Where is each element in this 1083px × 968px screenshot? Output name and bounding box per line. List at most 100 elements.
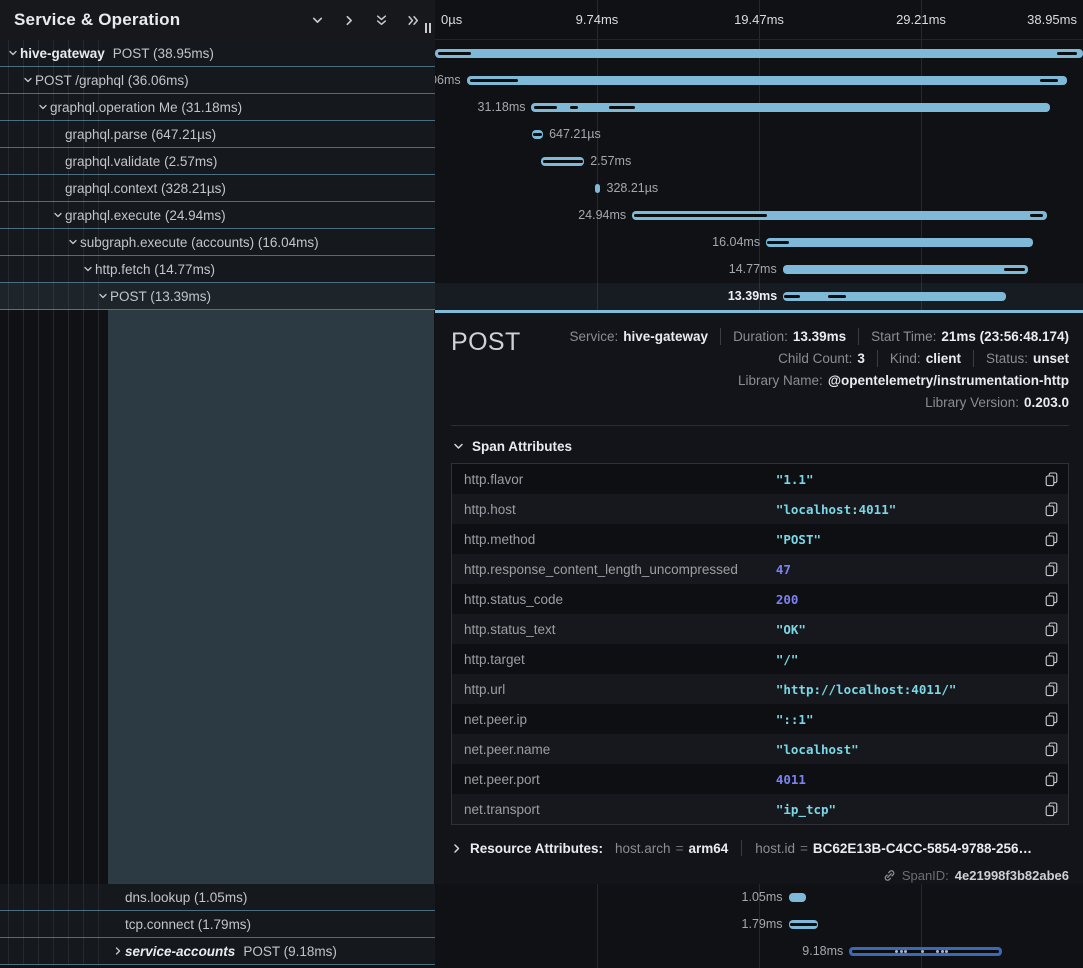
span-bar[interactable] [783, 265, 1029, 274]
chevron-right-icon[interactable] [451, 843, 462, 854]
span-bar[interactable] [532, 130, 543, 139]
copy-button[interactable] [1036, 472, 1058, 487]
timeline-row[interactable]: 2.57ms [435, 148, 1083, 175]
span-bar[interactable] [783, 292, 1006, 301]
copy-button[interactable] [1036, 652, 1058, 667]
copy-button[interactable] [1036, 562, 1058, 577]
tree-row[interactable]: graphql.execute (24.94ms) [0, 202, 435, 229]
timeline-row[interactable]: 31.18ms [435, 94, 1083, 121]
link-icon[interactable] [883, 869, 896, 882]
resource-attributes-row[interactable]: Resource Attributes: host.arch=arm64host… [451, 840, 1069, 856]
tree-row[interactable]: graphql.operation Me (31.18ms) [0, 94, 435, 121]
expand-all-icon[interactable] [401, 8, 425, 32]
span-bar[interactable] [766, 238, 1033, 247]
tree-row[interactable]: service-accountsPOST (9.18ms) [0, 938, 435, 965]
tree-row[interactable]: graphql.parse (647.21µs) [0, 121, 435, 148]
copy-button[interactable] [1036, 622, 1058, 637]
timeline-tick: 0µs [441, 12, 462, 27]
attribute-row: http.response_content_length_uncompresse… [452, 554, 1068, 584]
timeline-row[interactable]: 13.39ms [435, 283, 1083, 310]
copy-button[interactable] [1036, 532, 1058, 547]
chevron-down-icon[interactable] [68, 237, 78, 247]
tree-row[interactable]: tcp.connect (1.79ms) [0, 911, 435, 938]
span-id-label: SpanID: [902, 868, 949, 883]
copy-button[interactable] [1036, 712, 1058, 727]
chevron-down-icon[interactable] [8, 48, 18, 58]
operation-name: subgraph.execute (accounts) (16.04ms) [80, 235, 319, 250]
tree-row[interactable]: graphql.validate (2.57ms) [0, 148, 435, 175]
metadata-value: 0.203.0 [1024, 394, 1069, 411]
copy-button[interactable] [1036, 502, 1058, 517]
resource-attribute-values: host.arch=arm64host.id=BC62E13B-C4CC-585… [615, 840, 1032, 856]
chevron-right-icon[interactable] [113, 946, 123, 956]
collapse-all-icon[interactable] [369, 8, 393, 32]
twisty[interactable] [81, 264, 95, 274]
span-bar[interactable] [789, 893, 806, 902]
timeline-row[interactable]: 36.06ms [435, 67, 1083, 94]
copy-icon [1045, 472, 1058, 487]
twisty[interactable] [111, 946, 125, 956]
span-bar[interactable] [849, 947, 1002, 956]
timeline-row[interactable]: 38.95ms [435, 40, 1083, 67]
metadata-key: Kind: [890, 350, 921, 367]
splitter-drag-handle[interactable] [425, 23, 431, 33]
timeline-row[interactable]: 16.04ms [435, 229, 1083, 256]
timeline-row[interactable]: 14.77ms [435, 256, 1083, 283]
chevron-down-icon[interactable] [38, 102, 48, 112]
span-bar[interactable] [467, 76, 1067, 85]
span-bar[interactable] [531, 103, 1050, 112]
copy-button[interactable] [1036, 742, 1058, 757]
chevron-down-icon[interactable] [23, 75, 33, 85]
collapse-one-icon[interactable] [305, 8, 329, 32]
span-bar[interactable] [541, 157, 584, 166]
span-bar[interactable] [789, 920, 819, 929]
twisty[interactable] [51, 210, 65, 220]
metadata-value: unset [1033, 350, 1069, 367]
metadata-value: 3 [857, 350, 865, 367]
attribute-value: 200 [776, 592, 1036, 607]
tree-row[interactable]: dns.lookup (1.05ms) [0, 884, 435, 911]
tree-row[interactable]: POST (13.39ms) [0, 283, 435, 310]
timeline-row[interactable]: 9.18ms [435, 938, 1083, 965]
chevron-down-icon[interactable] [83, 264, 93, 274]
attribute-row: http.target"/" [452, 644, 1068, 674]
twisty[interactable] [6, 48, 20, 58]
span-attributes-header[interactable]: Span Attributes [453, 439, 1069, 454]
twisty[interactable] [66, 237, 80, 247]
copy-button[interactable] [1036, 802, 1058, 817]
timeline-row[interactable]: 1.79ms [435, 911, 1083, 938]
timeline-row[interactable]: 24.94ms [435, 202, 1083, 229]
timeline-tick: 19.47ms [734, 12, 784, 27]
twisty[interactable] [96, 291, 110, 301]
chevron-down-icon[interactable] [53, 210, 63, 220]
tree-row[interactable]: graphql.context (328.21µs) [0, 175, 435, 202]
detail-header: POST Service:hive-gatewayDuration:13.39m… [451, 325, 1069, 411]
span-bar[interactable] [632, 211, 1047, 220]
chevron-down-icon[interactable] [98, 291, 108, 301]
twisty[interactable] [21, 75, 35, 85]
tree-row[interactable]: http.fetch (14.77ms) [0, 256, 435, 283]
span-id-row: SpanID: 4e21998f3b82abe6 [451, 868, 1069, 883]
tree-row[interactable]: subgraph.execute (accounts) (16.04ms) [0, 229, 435, 256]
attribute-value: "/" [776, 652, 1036, 667]
attribute-key: net.transport [464, 802, 776, 817]
copy-button[interactable] [1036, 592, 1058, 607]
attribute-row: net.peer.port4011 [452, 764, 1068, 794]
timeline-row[interactable]: 647.21µs [435, 121, 1083, 148]
timeline-row[interactable]: 328.21µs [435, 175, 1083, 202]
attribute-value: "localhost:4011" [776, 502, 1036, 517]
divider [858, 328, 859, 345]
attribute-row: http.url"http://localhost:4011/" [452, 674, 1068, 704]
timeline-row[interactable]: 1.05ms [435, 884, 1083, 911]
copy-button[interactable] [1036, 772, 1058, 787]
tree-row[interactable]: POST /graphql (36.06ms) [0, 67, 435, 94]
twisty[interactable] [36, 102, 50, 112]
tree-row[interactable]: hive-gatewayPOST (38.95ms) [0, 40, 435, 67]
attribute-row: http.status_code200 [452, 584, 1068, 614]
span-bar[interactable] [435, 49, 1083, 58]
expand-one-icon[interactable] [337, 8, 361, 32]
span-duration-label: 14.77ms [729, 256, 783, 283]
metadata-key: Start Time: [871, 328, 936, 345]
span-bar[interactable] [595, 184, 600, 193]
copy-button[interactable] [1036, 682, 1058, 697]
